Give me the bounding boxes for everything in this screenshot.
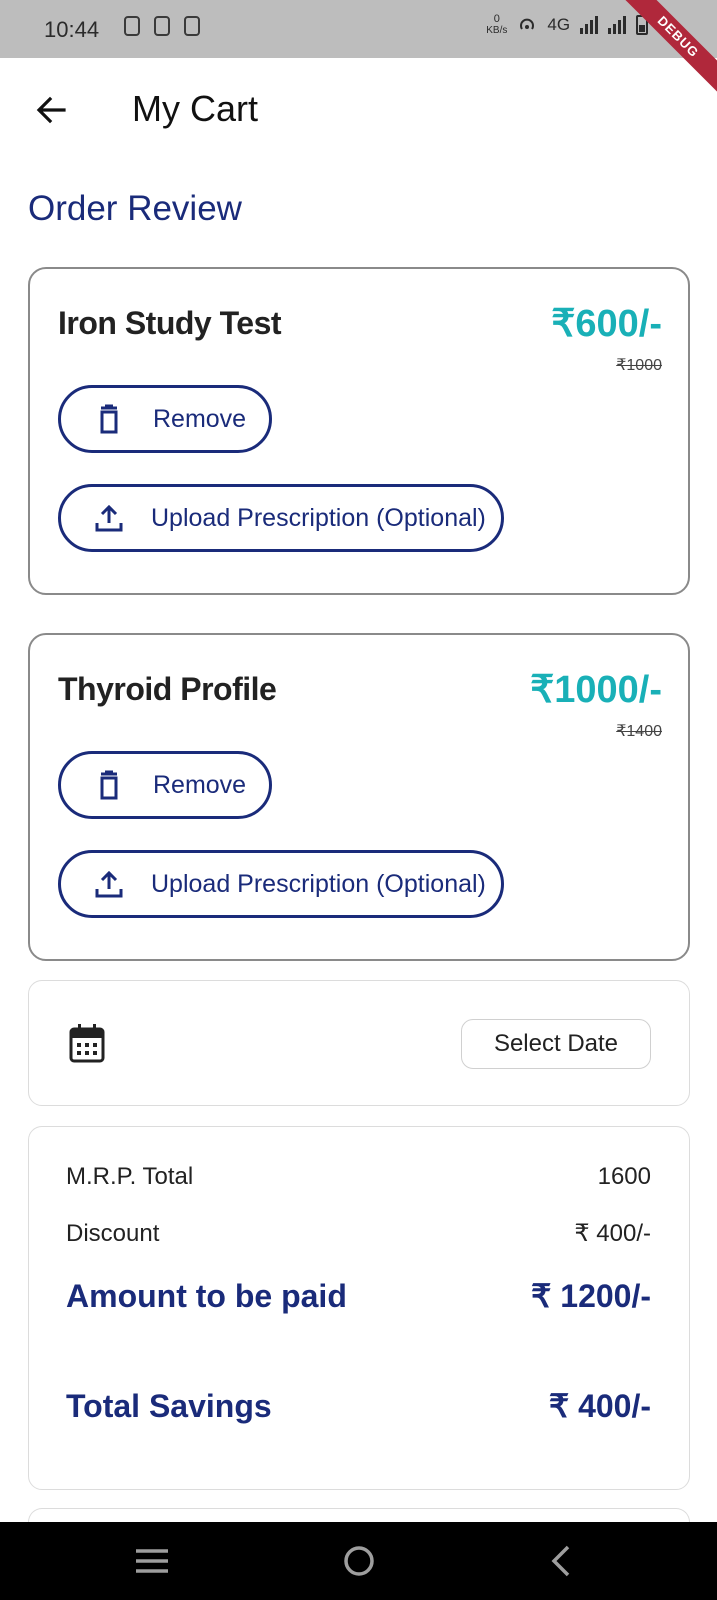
notification-icon [124,16,140,36]
trash-icon [93,403,125,435]
data-rate: 0 KB/s [486,13,508,37]
section-heading: Order Review [28,189,242,228]
amount-value: ₹ 1200/- [531,1278,651,1314]
item-mrp: ₹1400 [616,723,662,740]
mrp-total-row: M.R.P. Total 1600 [66,1163,651,1191]
remove-label: Remove [153,404,247,433]
status-bar: 10:44 0 KB/s 4G 53 DEBUG [0,0,717,105]
cart-item-card: Thyroid Profile ₹1000/- ₹1400 Remove Upl… [28,633,690,961]
item-price: ₹600/- [551,303,662,345]
date-picker-card: Select Date [28,980,690,1106]
page-title: My Cart [132,88,258,129]
signal-icon [580,16,599,34]
upload-icon [93,502,125,534]
calendar-icon[interactable] [69,1023,105,1063]
notification-icon [154,16,170,36]
amount-row: Amount to be paid ₹ 1200/- [66,1277,651,1315]
upload-prescription-button[interactable]: Upload Prescription (Optional) [58,484,504,552]
item-mrp: ₹1000 [616,357,662,374]
discount-value: ₹ 400/- [574,1220,651,1247]
data-rate-unit: KB/s [486,25,508,36]
discount-row: Discount ₹ 400/- [66,1219,651,1248]
navigation-bar [0,1522,717,1600]
data-rate-value: 0 [493,13,500,25]
home-icon [344,1546,374,1576]
network-type: 4G [547,15,571,34]
app-bar: My Cart [0,58,717,158]
order-summary-card: M.R.P. Total 1600 Discount ₹ 400/- Amoun… [28,1126,690,1490]
back-icon [551,1545,570,1577]
mrp-total-value: 1600 [597,1163,651,1190]
upload-label: Upload Prescription (Optional) [151,869,486,898]
item-price: ₹1000/- [530,669,662,711]
status-time: 10:44 [44,17,100,42]
remove-button[interactable]: Remove [58,751,272,819]
upload-icon [93,868,125,900]
cart-item-card: Iron Study Test ₹600/- ₹1000 Remove Uplo… [28,267,690,595]
hotspot-icon [520,18,535,30]
arrow-left-icon [36,96,66,124]
menu-icon [136,1549,168,1573]
remove-button[interactable]: Remove [58,385,272,453]
home-button[interactable] [337,1539,381,1583]
back-button[interactable] [30,88,74,132]
notification-icons [124,16,200,36]
mrp-total-label: M.R.P. Total [66,1163,194,1190]
upload-prescription-button[interactable]: Upload Prescription (Optional) [58,850,504,918]
remove-label: Remove [153,770,247,799]
savings-row: Total Savings ₹ 400/- [66,1387,651,1425]
system-back-button[interactable] [540,1539,584,1583]
trash-icon [93,769,125,801]
item-name: Thyroid Profile [58,671,277,707]
amount-label: Amount to be paid [66,1277,347,1314]
menu-button[interactable] [130,1539,174,1583]
select-date-button[interactable]: Select Date [461,1019,651,1069]
savings-label: Total Savings [66,1387,272,1424]
upload-label: Upload Prescription (Optional) [151,503,486,532]
discount-label: Discount [66,1219,160,1247]
savings-value: ₹ 400/- [548,1388,651,1424]
signal-icon [608,16,627,34]
item-name: Iron Study Test [58,305,282,341]
notification-icon [184,16,200,36]
